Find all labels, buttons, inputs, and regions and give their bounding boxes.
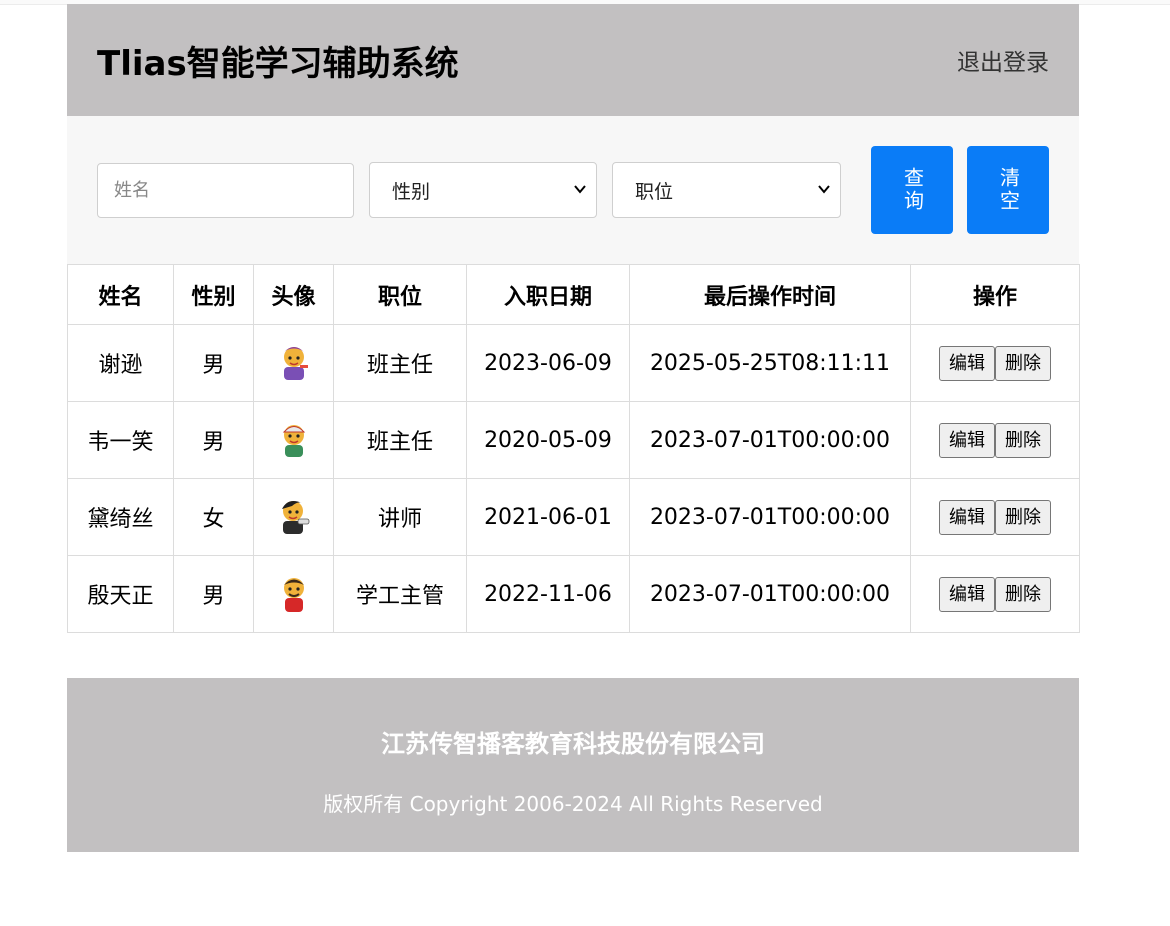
avatar-icon xyxy=(281,501,309,534)
app-title: Tlias智能学习辅助系统 xyxy=(97,43,459,84)
position-select[interactable]: 职位 xyxy=(612,162,841,218)
cell-position: 班主任 xyxy=(333,401,467,479)
cell-position: 学工主管 xyxy=(333,555,467,633)
query-button[interactable]: 查询 xyxy=(871,146,953,234)
cell-gender: 男 xyxy=(173,324,254,402)
cell-gender: 女 xyxy=(173,478,254,556)
employee-table: 姓名 性别 头像 职位 入职日期 最后操作时间 操作 谢逊 男 班主任 2023… xyxy=(67,264,1080,633)
edit-button[interactable]: 编辑 xyxy=(939,422,995,458)
cell-update-time: 2023-07-01T00:00:00 xyxy=(629,478,911,556)
table-row: 谢逊 男 班主任 2023-06-09 2025-05-25T08:11:11 xyxy=(67,324,1080,402)
column-header-avatar: 头像 xyxy=(253,264,334,325)
delete-button[interactable]: 删除 xyxy=(995,576,1051,612)
gender-select[interactable]: 性别 xyxy=(369,162,597,218)
edit-button[interactable]: 编辑 xyxy=(939,499,995,535)
app-header: Tlias智能学习辅助系统 退出登录 xyxy=(67,4,1079,116)
column-header-gender: 性别 xyxy=(173,264,254,325)
column-header-entry-date: 入职日期 xyxy=(466,264,630,325)
table-row: 殷天正 男 学工主管 2022-11-06 2023-07-01T00:00:0… xyxy=(67,555,1080,633)
footer-company-name: 江苏传智播客教育科技股份有限公司 xyxy=(381,730,765,758)
cell-name: 殷天正 xyxy=(67,555,174,633)
cell-gender: 男 xyxy=(173,401,254,479)
position-select-value: 职位 xyxy=(635,180,674,203)
cell-entry-date: 2022-11-06 xyxy=(466,555,630,633)
gender-select-value: 性别 xyxy=(392,180,431,203)
cell-actions: 编辑 删除 xyxy=(910,324,1080,402)
column-header-position: 职位 xyxy=(333,264,467,325)
delete-button[interactable]: 删除 xyxy=(995,345,1051,381)
delete-button[interactable]: 删除 xyxy=(995,499,1051,535)
column-header-actions: 操作 xyxy=(910,264,1080,325)
clear-button[interactable]: 清空 xyxy=(967,146,1049,234)
delete-button[interactable]: 删除 xyxy=(995,422,1051,458)
edit-button[interactable]: 编辑 xyxy=(939,576,995,612)
page-container: Tlias智能学习辅助系统 退出登录 性别 职位 查询 清空 姓名 性别 xyxy=(67,4,1080,633)
column-header-update-time: 最后操作时间 xyxy=(629,264,911,325)
cell-name: 韦一笑 xyxy=(67,401,174,479)
cell-name: 黛绮丝 xyxy=(67,478,174,556)
cell-entry-date: 2020-05-09 xyxy=(466,401,630,479)
chevron-down-icon xyxy=(818,185,830,194)
cell-update-time: 2023-07-01T00:00:00 xyxy=(629,401,911,479)
cell-entry-date: 2023-06-09 xyxy=(466,324,630,402)
cell-actions: 编辑 删除 xyxy=(910,555,1080,633)
table-row: 韦一笑 男 班主任 2020-05-09 2023-07-01T00:00:00… xyxy=(67,401,1080,479)
avatar-icon xyxy=(282,347,308,380)
table-row: 黛绮丝 女 讲师 2021-06-01 2023-07-01T00:00:00 xyxy=(67,478,1080,556)
search-bar: 性别 职位 查询 清空 xyxy=(67,116,1079,264)
column-header-name: 姓名 xyxy=(67,264,174,325)
cell-gender: 男 xyxy=(173,555,254,633)
cell-actions: 编辑 删除 xyxy=(910,478,1080,556)
cell-position: 班主任 xyxy=(333,324,467,402)
logout-link[interactable]: 退出登录 xyxy=(957,43,1049,77)
table-header-row: 姓名 性别 头像 职位 入职日期 最后操作时间 操作 xyxy=(67,264,1080,325)
avatar-icon xyxy=(282,425,305,457)
cell-entry-date: 2021-06-01 xyxy=(466,478,630,556)
chevron-down-icon xyxy=(574,185,586,194)
footer-copyright: 版权所有 Copyright 2006-2024 All Rights Rese… xyxy=(323,792,823,816)
avatar-icon xyxy=(283,578,304,612)
edit-button[interactable]: 编辑 xyxy=(939,345,995,381)
page-footer: 江苏传智播客教育科技股份有限公司 版权所有 Copyright 2006-202… xyxy=(67,678,1079,852)
cell-name: 谢逊 xyxy=(67,324,174,402)
cell-actions: 编辑 删除 xyxy=(910,401,1080,479)
cell-update-time: 2023-07-01T00:00:00 xyxy=(629,555,911,633)
cell-update-time: 2025-05-25T08:11:11 xyxy=(629,324,911,402)
cell-position: 讲师 xyxy=(333,478,467,556)
name-search-input[interactable] xyxy=(97,163,354,218)
